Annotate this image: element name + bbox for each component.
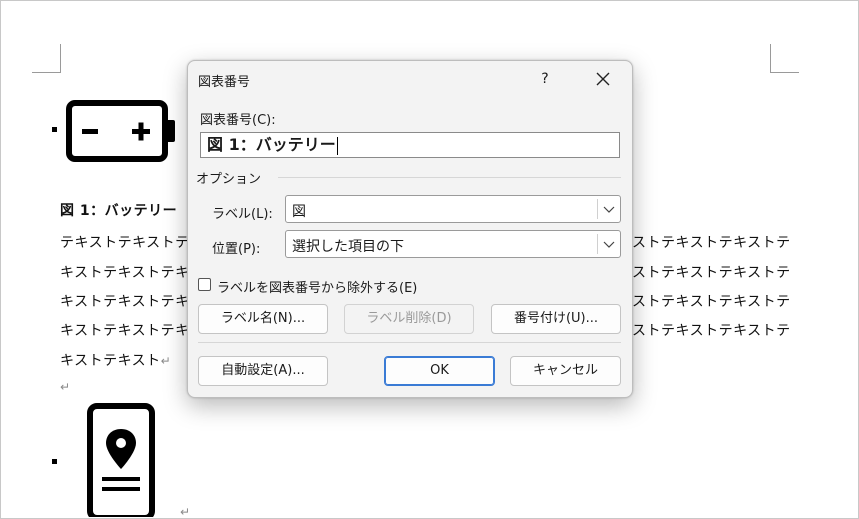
chevron-down-icon	[603, 241, 615, 248]
document-text-line: ストテキストテキストテ	[632, 294, 791, 310]
ok-button[interactable]: OK	[384, 356, 495, 386]
caption-input[interactable]: 図 1：バッテリー	[200, 132, 620, 158]
caption-label: 図表番号(C):	[200, 113, 276, 128]
document-text-line: テキストテキストテ	[60, 235, 190, 251]
page-corner-mark-top-left	[32, 44, 61, 73]
dialog-title: 図表番号	[198, 75, 251, 90]
position-field-label: 位置(P):	[212, 242, 261, 257]
document-text-line: キストテキスト↵	[60, 350, 171, 370]
position-select-value: 選択した項目の下	[292, 239, 404, 255]
numbering-button[interactable]: 番号付け(U)...	[491, 304, 621, 334]
autocaption-button[interactable]: 自動設定(A)...	[198, 356, 328, 386]
page-corner-mark-top-right	[770, 44, 799, 73]
document-text-line: キストテキストテキ	[60, 265, 190, 281]
exclude-label-checkbox-label[interactable]: ラベルを図表番号から除外する(E)	[217, 277, 417, 296]
combo-separator	[597, 199, 598, 219]
document-text-line: ストテキストテキストテ	[632, 235, 791, 251]
combo-separator	[597, 234, 598, 254]
options-group-label: オプション	[196, 172, 262, 187]
text-caret	[336, 136, 338, 155]
cancel-button[interactable]: キャンセル	[510, 356, 621, 386]
caption-input-value: 図 1：バッテリー	[207, 135, 336, 154]
buttons-divider	[198, 342, 621, 343]
bullet-marker	[52, 459, 57, 464]
help-button[interactable]: ?	[532, 67, 558, 91]
document-text-line: キストテキストテキ	[60, 323, 190, 339]
battery-icon	[66, 100, 175, 162]
smartphone-location-icon	[87, 403, 155, 517]
delete-label-button[interactable]: ラベル削除(D)	[344, 304, 474, 334]
paragraph-mark: ↵	[180, 505, 191, 519]
position-select[interactable]: 選択した項目の下	[285, 230, 621, 258]
dialog-titlebar[interactable]: 図表番号 ?	[188, 61, 632, 97]
paragraph-mark: ↵	[60, 380, 71, 394]
options-divider	[278, 177, 621, 178]
document-text-line: ストテキストテキストテ	[632, 323, 791, 339]
document-caption: 図 1：バッテリー	[60, 203, 178, 219]
paragraph-mark: ↵	[160, 354, 172, 368]
document-text-line-content: キストテキスト	[60, 353, 161, 369]
chevron-down-icon	[603, 206, 615, 213]
label-select-value: 図	[292, 204, 306, 220]
exclude-label-checkbox[interactable]	[198, 278, 211, 291]
caption-dialog: 図表番号 ? 図表番号(C): 図 1：バッテリー オプション ラベル(L): …	[187, 60, 633, 398]
close-button[interactable]	[588, 67, 618, 91]
new-label-button[interactable]: ラベル名(N)...	[198, 304, 328, 334]
document-text-line: ストテキストテキストテ	[632, 265, 791, 281]
bullet-marker	[52, 127, 57, 132]
close-icon	[596, 72, 610, 85]
document-text-line: キストテキストテキ	[60, 294, 190, 310]
label-select[interactable]: 図	[285, 195, 621, 223]
label-field-label: ラベル(L):	[212, 207, 273, 222]
